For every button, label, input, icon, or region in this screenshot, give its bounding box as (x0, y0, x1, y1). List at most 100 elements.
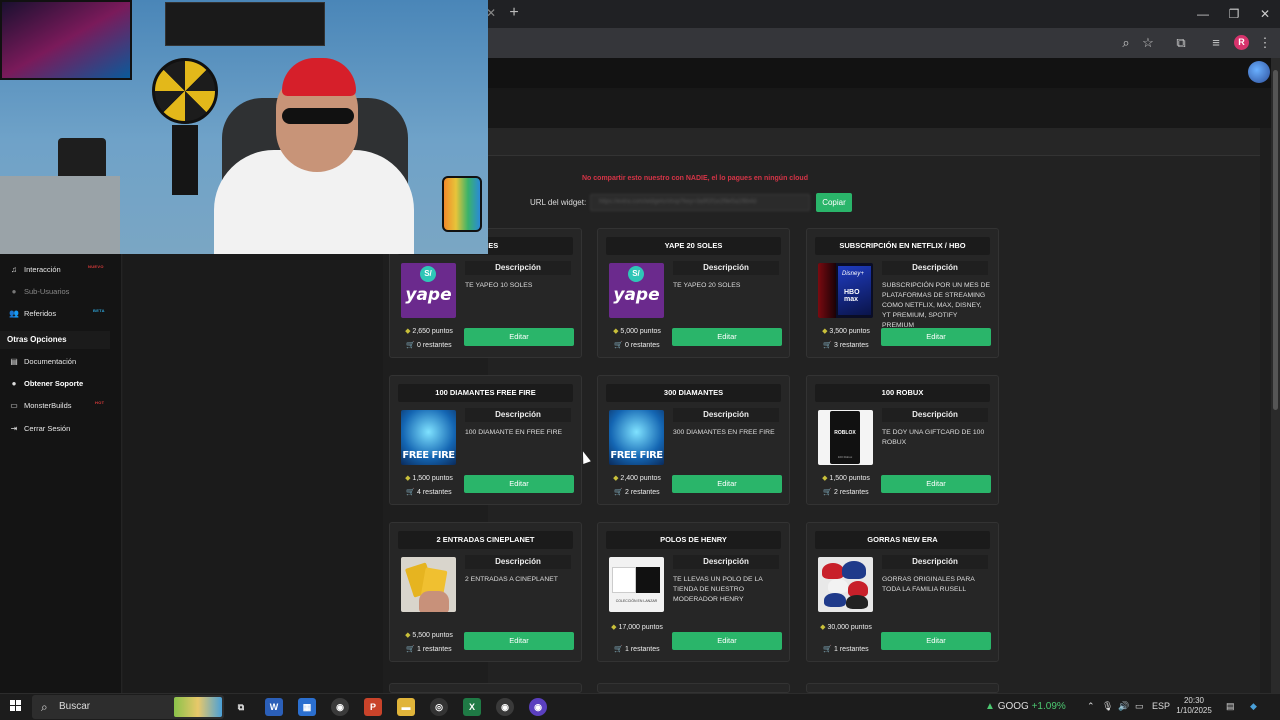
search-icon: ⌕ (41, 700, 48, 714)
taskbar-clock[interactable]: 20:30 1/10/2025 (1172, 696, 1216, 716)
edit-reward-button[interactable]: Editar (464, 475, 574, 493)
black-shirt (636, 567, 660, 593)
new-badge: NUEVO (88, 264, 104, 269)
reward-card: 100 ROBUX ROBLOX 100 Robux Descripción TE DO… (806, 375, 999, 505)
webcam-tv (0, 0, 132, 80)
volume-icon[interactable]: 🔊 (1118, 701, 1129, 712)
description-heading: Descripción (465, 408, 571, 422)
chrome-active-icon[interactable]: ◉ (496, 698, 514, 716)
edit-reward-button[interactable]: Editar (672, 328, 782, 346)
reward-points: ◆ 30,000 puntos (815, 623, 877, 632)
extensions-icon[interactable]: ⧉ (1172, 34, 1190, 52)
disney-label: Disney+ (842, 271, 864, 277)
copilot-icon[interactable]: ◆ (1250, 701, 1257, 712)
points-value: 2,400 puntos (620, 475, 661, 482)
points-value: 2,650 puntos (412, 328, 453, 335)
stock-widget[interactable]: ▲ GOOG +1.09% (985, 701, 1066, 712)
sidebar-item-label: MonsterBuilds (24, 401, 72, 410)
reward-card-title: SUBSCRIPCIÓN EN NETFLIX / HBO (815, 237, 990, 255)
minimize-button[interactable]: — (1188, 4, 1218, 24)
free-fire-image: FREE FIRE (609, 410, 664, 465)
beta-badge: BETA (93, 308, 105, 313)
chrome-app-icon[interactable]: ◉ (331, 698, 349, 716)
cart-icon: 🛒 (406, 342, 418, 349)
reward-card-title: 2 ENTRADAS CINEPLANET (398, 531, 573, 549)
reward-card-title: 300 DIAMANTES (606, 384, 781, 402)
cart-icon: 🛒 (406, 489, 418, 496)
reward-remaining: 🛒 2 restantes (815, 488, 877, 496)
windows-start-icon[interactable] (10, 700, 22, 712)
white-shirt (612, 567, 636, 593)
privacy-warning: No compartir esto nuestro con NADIE, el … (582, 175, 808, 182)
chrome-profile-icon[interactable]: ◉ (529, 698, 547, 716)
word-app-icon[interactable]: W (265, 698, 283, 716)
polo-caption: COLECCIÓN EN LANZAR (615, 599, 658, 603)
sidebar-item-label: Referidos (24, 309, 57, 318)
page-header-band (488, 88, 1280, 128)
edit-reward-button[interactable]: Editar (464, 328, 574, 346)
chevron-up-icon[interactable]: ⌃ (1087, 701, 1095, 712)
description-heading: Descripción (882, 261, 988, 275)
task-view-icon[interactable]: ⧉ (232, 698, 250, 716)
reward-remaining: 🛒 0 restantes (606, 341, 668, 349)
description-heading: Descripción (465, 555, 571, 569)
reward-description: GORRAS ORIGINALES PARA TODA LA FAMILIA R… (882, 576, 975, 593)
webcam-wheel-stand (172, 125, 198, 195)
sidebar-item-documentacion[interactable]: ▤ Documentación (0, 354, 122, 370)
maximize-button[interactable]: ❐ (1219, 4, 1249, 24)
webcam-poster (165, 2, 325, 46)
sidebar-item-label: Cerrar Sesión (24, 424, 71, 433)
file-explorer-icon[interactable]: ▬ (397, 698, 415, 716)
widget-url-field[interactable]: https://extra.com/widgets/shop?key=3a9f2… (590, 194, 810, 211)
reward-card: 300 DIAMANTES FREE FIRE Descripción 300 DIA… (597, 375, 790, 505)
user-avatar[interactable] (1248, 61, 1270, 83)
monitor-icon: ▭ (10, 401, 18, 410)
store-app-icon[interactable]: ▦ (298, 698, 316, 716)
edit-reward-button[interactable]: Editar (881, 328, 991, 346)
profile-avatar[interactable]: R (1234, 35, 1249, 50)
battery-icon[interactable]: ▭ (1135, 701, 1144, 712)
widget-url-label: URL del widget: (530, 198, 587, 207)
sidebar-item-cerrar-sesion[interactable]: ⇥ Cerrar Sesión (0, 421, 122, 437)
reward-description: 100 DIAMANTE EN FREE FIRE (465, 429, 563, 436)
yape-symbol: S/ (628, 266, 644, 282)
reward-card: GORRAS NEW ERA Descripción GORRAS ORIGINAL… (806, 522, 999, 662)
webcam-prize-wheel (152, 58, 218, 124)
cart-icon: 🛒 (823, 646, 835, 653)
webcam-couch (0, 176, 120, 254)
microphone-icon[interactable]: 🎙 (1102, 701, 1113, 712)
edit-reward-button[interactable]: Editar (672, 632, 782, 650)
reward-remaining: 🛒 0 restantes (398, 341, 460, 349)
browser-menu-icon[interactable]: ⋮ (1256, 34, 1274, 52)
edit-reward-button[interactable]: Editar (464, 632, 574, 650)
page-scrollbar-thumb[interactable] (1273, 70, 1278, 410)
caps-image (818, 557, 873, 612)
zoom-icon[interactable]: ⌕ (1117, 34, 1135, 52)
logout-icon: ⇥ (10, 424, 18, 433)
media-control-icon[interactable]: ≡ (1207, 34, 1225, 52)
edit-reward-button[interactable]: Editar (672, 475, 782, 493)
reward-remaining: 🛒 1 restantes (606, 645, 668, 653)
taskbar-search[interactable]: ⌕ Buscar (32, 695, 224, 719)
points-value: 1,500 puntos (829, 475, 870, 482)
edit-reward-button[interactable]: Editar (881, 632, 991, 650)
bookmark-star-icon[interactable]: ☆ (1139, 34, 1157, 52)
hand-shape (419, 591, 449, 612)
powerpoint-app-icon[interactable]: P (364, 698, 382, 716)
close-window-button[interactable]: ✕ (1250, 4, 1280, 24)
sidebar-item-soporte[interactable]: ● Obtener Soporte (0, 376, 122, 392)
yape-wordmark: yape (613, 285, 660, 305)
edit-reward-button[interactable]: Editar (881, 475, 991, 493)
obs-app-icon[interactable]: ◎ (430, 698, 448, 716)
excel-app-icon[interactable]: X (463, 698, 481, 716)
notification-icon[interactable]: ▤ (1226, 701, 1235, 712)
reward-card: 2 ENTRADAS CINEPLANET Descripción 2 ENTRAD… (389, 522, 582, 662)
sidebar-item-sub-usuarios[interactable]: ● Sub-Usuarios (0, 284, 122, 300)
reward-remaining: 🛒 1 restantes (815, 645, 877, 653)
new-tab-button[interactable]: + (505, 4, 523, 22)
remaining-value: 2 restantes (625, 489, 660, 496)
language-indicator[interactable]: ESP (1152, 701, 1170, 711)
reward-card-title: 100 ROBUX (815, 384, 990, 402)
copy-url-button[interactable]: Copiar (816, 193, 852, 212)
cart-icon: 🛒 (823, 489, 835, 496)
